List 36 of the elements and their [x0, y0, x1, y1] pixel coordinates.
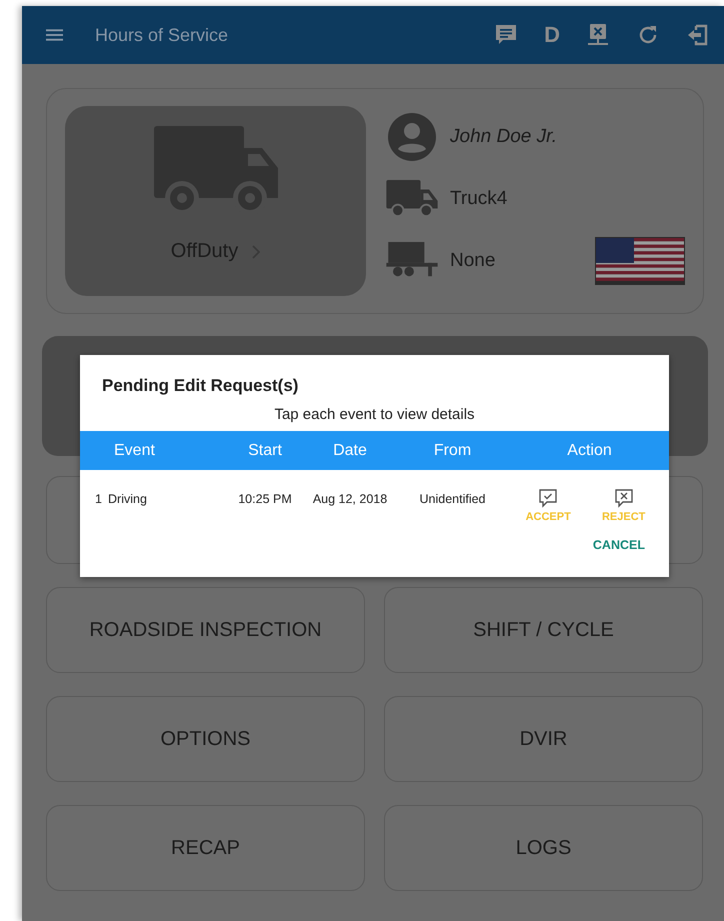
table-cell-text: Unidentified [418, 492, 486, 506]
vehicle-name: Truck4 [450, 188, 508, 210]
column-header: Start [247, 442, 283, 460]
table-cell-text: Aug 12, 2018 [312, 492, 388, 506]
reject-button[interactable]: REJECT [600, 488, 648, 522]
menu-button[interactable]: RECAP [46, 805, 365, 891]
cancel-button[interactable]: CANCEL [588, 536, 649, 554]
column-header: Event [114, 442, 156, 460]
message-icon[interactable] [494, 23, 518, 47]
menu-button[interactable]: DVIR [384, 696, 703, 782]
avatar-icon [388, 113, 436, 161]
table-cell-text: Driving [108, 492, 148, 506]
network-disconnected-icon[interactable] [586, 23, 610, 47]
driver-name: John Doe Jr. [450, 126, 558, 148]
duty-mode-indicator[interactable]: D [544, 22, 560, 48]
comment-x-icon [614, 488, 634, 508]
row-number: 1 [94, 492, 103, 506]
flag-icon [595, 237, 685, 285]
truck-icon [386, 180, 438, 218]
accept-button[interactable]: ACCEPT [524, 488, 573, 522]
column-header: From [432, 442, 472, 460]
menu-button[interactable]: ROADSIDE INSPECTION [46, 587, 365, 673]
trailer-name: None [450, 250, 496, 272]
logout-icon[interactable] [686, 23, 710, 47]
column-header: Date [332, 442, 368, 460]
menu-icon[interactable] [46, 29, 63, 41]
menu-button[interactable]: SHIFT / CYCLE [384, 587, 703, 673]
table-cell-text: 10:25 PM [237, 492, 293, 506]
table-row[interactable]: 1 Driving 10:25 PM Aug 12, 2018 Unidentified ACCEPT REJECT [80, 470, 669, 528]
comment-check-icon [538, 488, 558, 508]
dialog-title: Pending Edit Request(s) [101, 375, 300, 397]
menu-button[interactable]: OPTIONS [46, 696, 365, 782]
column-header: Action [566, 442, 613, 460]
menu-button[interactable]: LOGS [384, 805, 703, 891]
app-title: Hours of Service [95, 24, 228, 46]
dialog-subtitle: Tap each event to view details [273, 406, 476, 425]
